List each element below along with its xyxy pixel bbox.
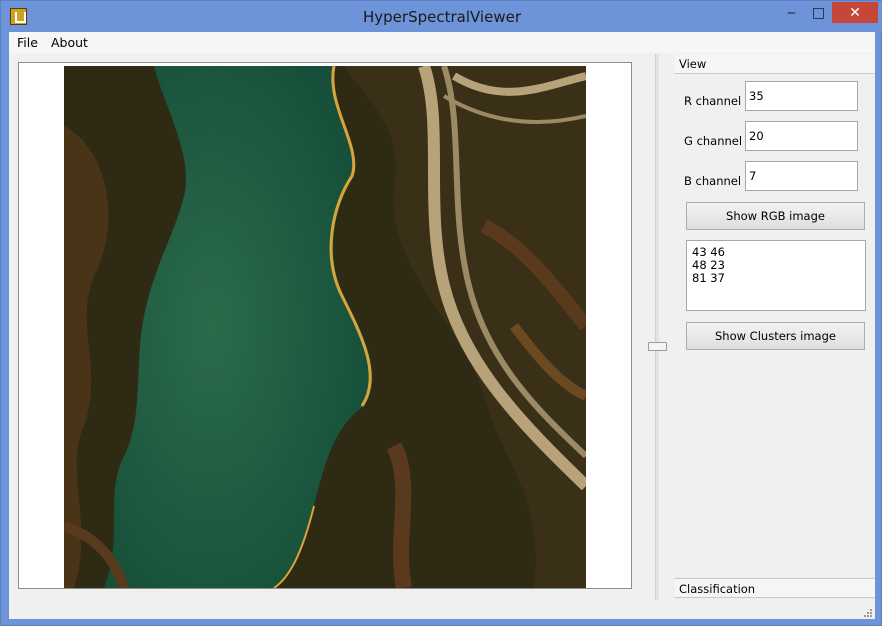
b-channel-input[interactable]: 7 bbox=[745, 161, 858, 191]
satellite-image bbox=[64, 66, 586, 588]
show-clusters-image-button[interactable]: Show Clusters image bbox=[686, 322, 865, 350]
window-title: HyperSpectralViewer bbox=[363, 8, 521, 26]
side-panel: View R channel 35 G channel 20 B channel… bbox=[675, 54, 875, 603]
minimize-button[interactable]: ‒ bbox=[778, 2, 805, 23]
show-rgb-image-button[interactable]: Show RGB image bbox=[686, 202, 865, 230]
menu-file[interactable]: File bbox=[17, 35, 38, 50]
clusters-text-box[interactable]: 43 46 48 23 81 37 bbox=[686, 240, 866, 311]
view-section-header[interactable]: View bbox=[675, 54, 875, 74]
g-channel-label: G channel bbox=[684, 134, 743, 148]
g-channel-input[interactable]: 20 bbox=[745, 121, 858, 151]
resize-grip-icon[interactable] bbox=[862, 607, 872, 617]
close-button[interactable]: ✕ bbox=[832, 2, 878, 23]
image-view[interactable] bbox=[18, 62, 632, 589]
clusters-line: 81 37 bbox=[692, 271, 725, 285]
menu-bar: File About bbox=[9, 32, 875, 53]
menu-about[interactable]: About bbox=[51, 35, 88, 50]
r-channel-input[interactable]: 35 bbox=[745, 81, 858, 111]
r-channel-label: R channel bbox=[684, 94, 742, 108]
classification-section-header[interactable]: Classification bbox=[675, 578, 875, 598]
hyperspectral-image[interactable] bbox=[64, 66, 586, 588]
splitter[interactable] bbox=[655, 54, 659, 600]
maximize-button[interactable]: □ bbox=[805, 2, 832, 23]
client-area: File About View R channel 35 G channel 2… bbox=[9, 32, 875, 619]
title-bar[interactable]: HyperSpectralViewer ‒ □ ✕ bbox=[1, 1, 882, 32]
b-channel-label: B channel bbox=[684, 174, 742, 188]
splitter-handle[interactable] bbox=[648, 342, 667, 351]
app-window: HyperSpectralViewer ‒ □ ✕ File About Vie… bbox=[0, 0, 882, 626]
